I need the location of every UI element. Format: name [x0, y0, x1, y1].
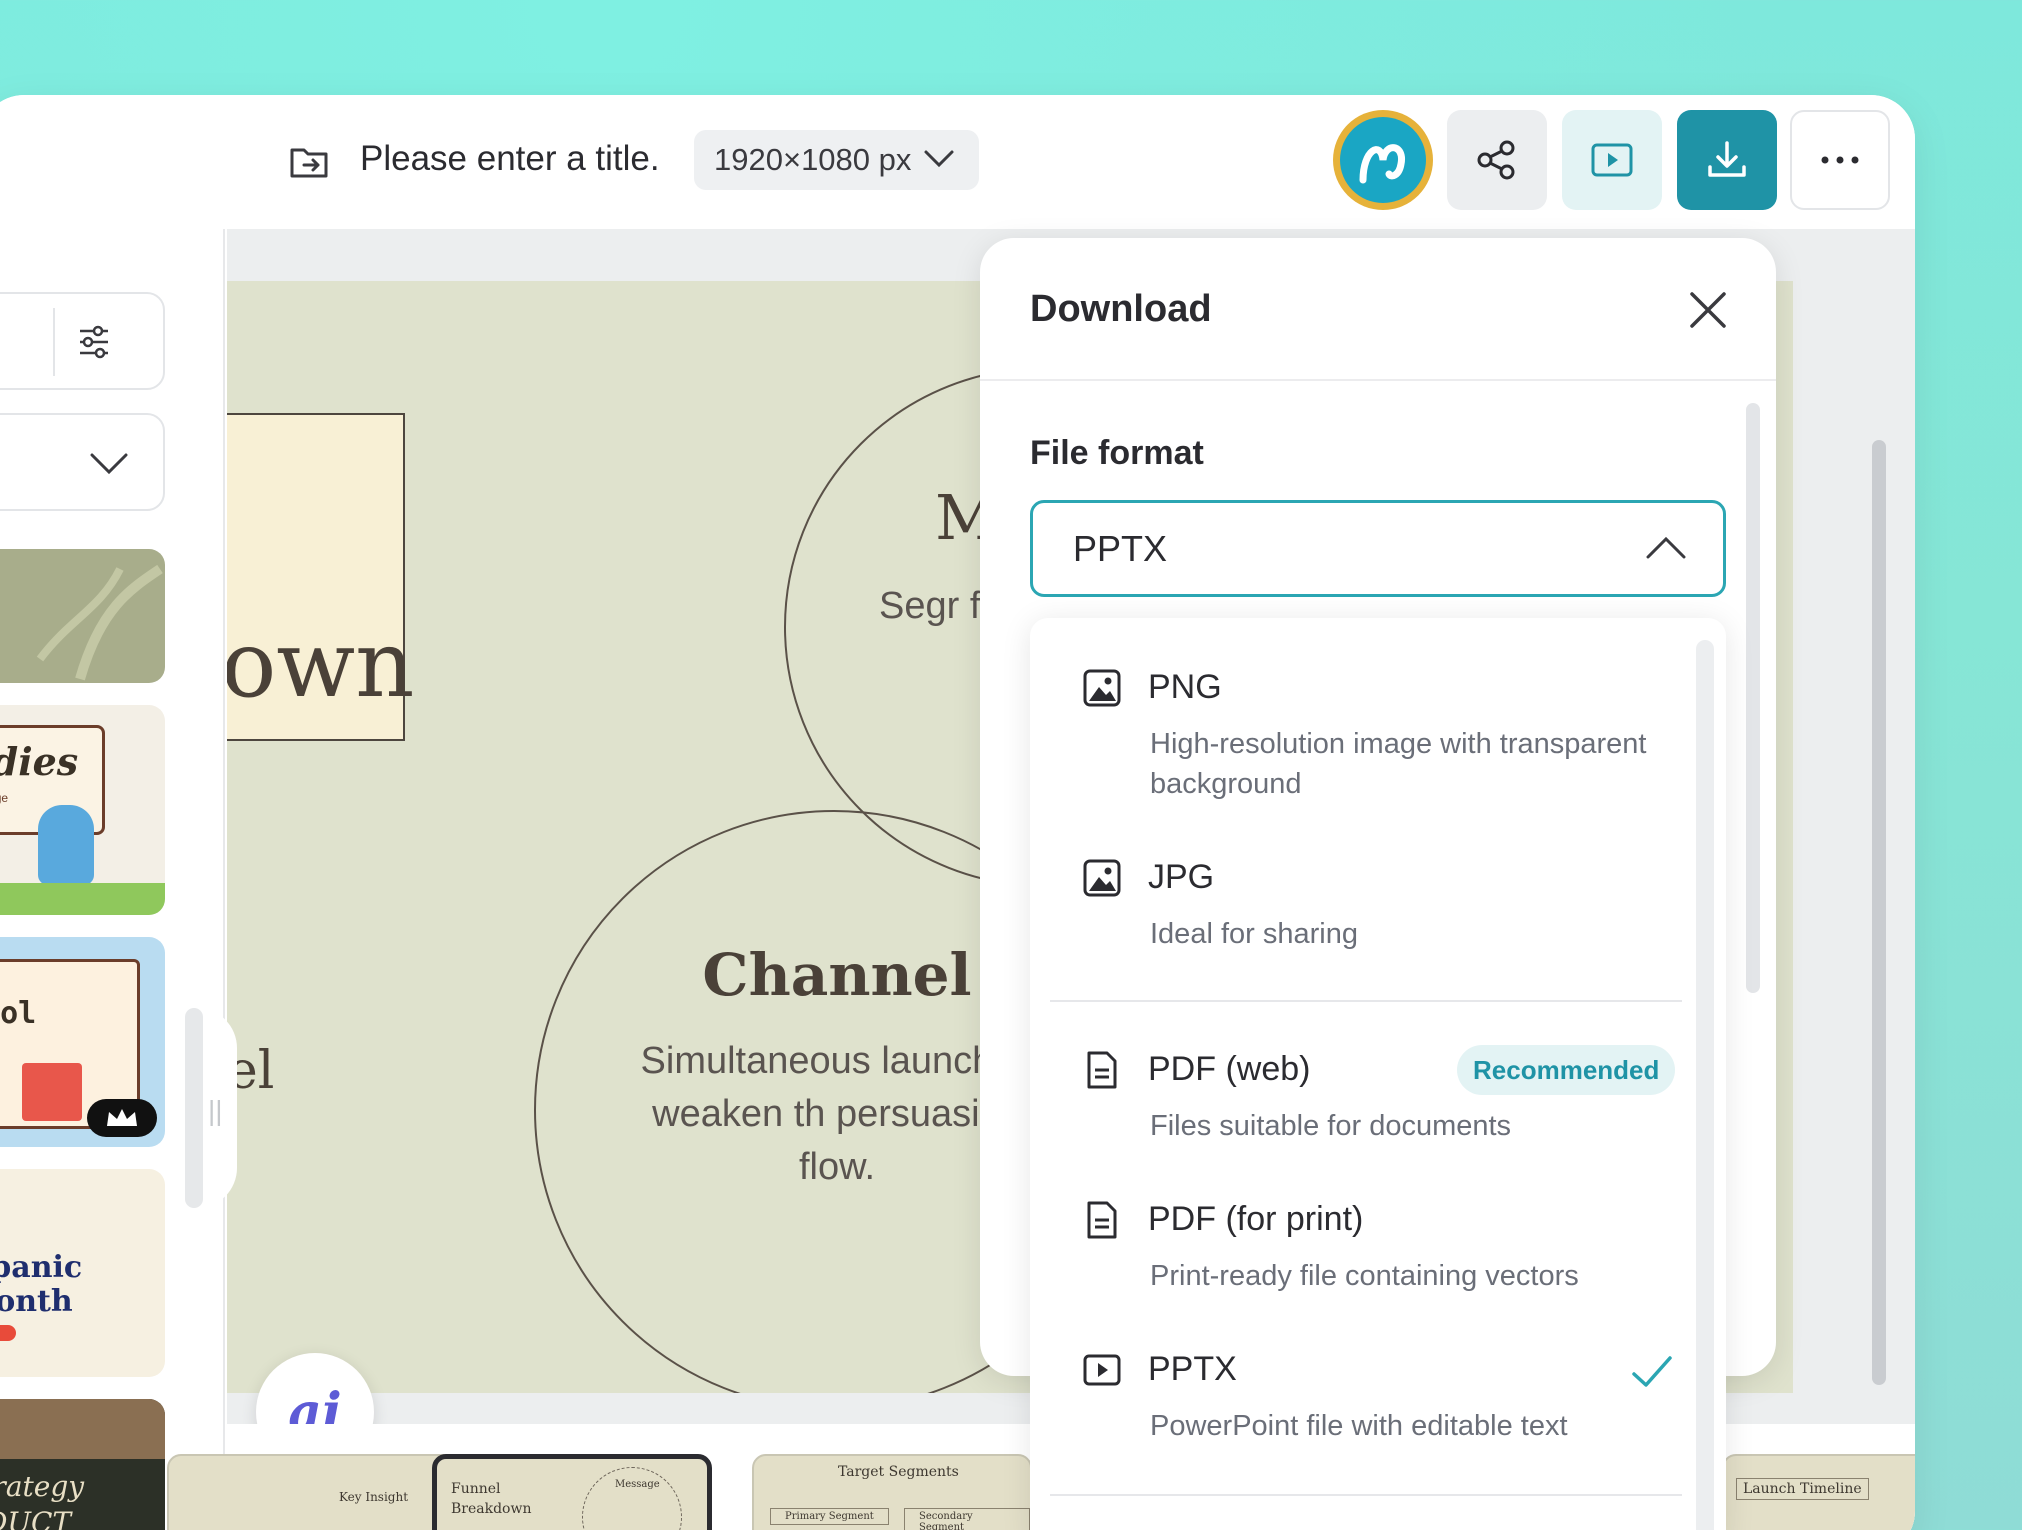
format-option-description: PowerPoint file with editable text	[1150, 1410, 1568, 1442]
brand-logo-icon	[1359, 144, 1405, 184]
template-thumbnail[interactable]: n	[0, 549, 165, 683]
download-icon	[1708, 141, 1746, 177]
thumbnail-photo	[0, 1399, 165, 1459]
schoolhouse-illustration	[22, 1063, 82, 1121]
chevron-down-icon	[924, 150, 954, 168]
format-option-pdf-print[interactable]: PDF (for print) Print-ready file contain…	[1030, 1170, 1690, 1310]
format-option-name: PPTX	[1148, 1350, 1237, 1388]
template-panel: n udies Change hool n ispanic Month	[0, 229, 225, 1530]
page-thumbnail-sublabel: Secondary Segment	[904, 1508, 1030, 1530]
search-divider	[53, 308, 55, 376]
chevron-down-icon	[90, 453, 128, 475]
slide-title-text[interactable]: own	[227, 611, 414, 718]
panel-collapse-handle[interactable]	[175, 1008, 237, 1208]
canvas-size-dropdown[interactable]: 1920×1080 px	[694, 130, 979, 190]
page-thumbnail-label: Target Segments	[838, 1464, 959, 1480]
thumbnail-text: ispanic Month	[0, 1250, 83, 1319]
thumbnail-subtext: Change	[0, 791, 9, 805]
panel-scrollbar[interactable]	[1746, 403, 1760, 993]
page-thumbnail-label: Funnel Breakdown	[451, 1481, 532, 1517]
page-thumbnail[interactable]: Key Insight	[167, 1454, 467, 1530]
format-option-pdf-web[interactable]: PDF (web) Recommended Files suitable for…	[1030, 1020, 1690, 1160]
download-panel-header: Download	[980, 238, 1776, 381]
format-option-description: High-resolution image with transparent b…	[1150, 728, 1647, 800]
format-option-name: PDF (web)	[1148, 1050, 1311, 1088]
file-format-select[interactable]: PPTX	[1030, 500, 1726, 597]
share-icon	[1477, 140, 1515, 180]
user-avatar[interactable]	[1333, 110, 1433, 210]
recommended-badge: Recommended	[1457, 1045, 1676, 1095]
download-button[interactable]	[1677, 110, 1777, 210]
document-title-input[interactable]: Please enter a title.	[360, 139, 660, 179]
checkmark-icon	[1632, 1356, 1672, 1387]
chevron-up-icon	[1646, 536, 1686, 559]
grass-strip	[0, 883, 165, 915]
format-option-jpg[interactable]: JPG Ideal for sharing	[1030, 828, 1690, 968]
leaf-decoration-icon	[36, 564, 163, 681]
canvas-size-label: 1920×1080 px	[714, 142, 912, 177]
format-option-description: Print-ready file containing vectors	[1150, 1260, 1579, 1292]
close-icon[interactable]	[1686, 288, 1730, 332]
file-format-value: PPTX	[1073, 527, 1168, 569]
format-option-name: PDF (for print)	[1148, 1200, 1364, 1238]
dropdown-scrollbar[interactable]	[1696, 640, 1714, 1530]
thumbnail-pill	[0, 1325, 16, 1341]
category-dropdown[interactable]	[0, 413, 165, 511]
thumbnail-text: Strategy ODUCT	[0, 1470, 85, 1530]
crown-icon	[107, 1109, 137, 1126]
thumbnail-circle	[582, 1467, 682, 1530]
template-search-box[interactable]	[0, 292, 165, 390]
drag-grip-icon: ||	[208, 1095, 223, 1126]
vertical-scrollbar[interactable]	[1872, 440, 1886, 1385]
more-icon	[1821, 156, 1859, 164]
present-button[interactable]	[1562, 110, 1662, 210]
handle-track	[185, 1008, 203, 1208]
presentation-icon	[1083, 1354, 1121, 1386]
option-divider	[1050, 1494, 1682, 1496]
page-thumbnail-current[interactable]: Funnel Breakdown Message	[432, 1454, 712, 1530]
page-thumbnail[interactable]: Target Segments Primary Segment Secondar…	[752, 1454, 1032, 1530]
page-thumbnail-sublabel: Message	[615, 1479, 660, 1490]
format-option-name: JPG	[1148, 858, 1215, 896]
image-icon	[1083, 859, 1121, 897]
share-button[interactable]	[1447, 110, 1547, 210]
mascot-illustration	[38, 805, 94, 885]
thumbnail-text: hool n	[0, 996, 37, 1031]
page-thumbnail-label: Launch Timeline	[1736, 1478, 1869, 1500]
template-thumbnail[interactable]: ispanic Month	[0, 1169, 165, 1377]
page-thumbnail-sublabel: Primary Segment	[770, 1508, 889, 1525]
file-format-dropdown: PNG High-resolution image with transpare…	[1030, 618, 1726, 1530]
template-thumbnail[interactable]: Strategy ODUCT	[0, 1399, 165, 1530]
format-option-name: PNG	[1148, 668, 1222, 706]
top-bar: Please enter a title. 1920×1080 px	[0, 95, 1915, 229]
play-icon	[1591, 143, 1633, 177]
premium-badge	[87, 1099, 157, 1137]
folder-move-icon[interactable]	[286, 138, 334, 186]
filter-icon[interactable]	[74, 322, 114, 362]
document-icon	[1087, 1201, 1117, 1239]
format-option-description: Ideal for sharing	[1150, 918, 1358, 950]
file-format-label: File format	[1030, 434, 1204, 472]
template-thumbnail[interactable]: hool n	[0, 937, 165, 1147]
format-option-png[interactable]: PNG High-resolution image with transpare…	[1030, 638, 1690, 818]
image-icon	[1083, 669, 1121, 707]
thumbnail-text: udies	[0, 739, 79, 784]
format-option-description: Files suitable for documents	[1150, 1110, 1512, 1142]
download-panel-title: Download	[1030, 288, 1212, 330]
page-thumbnail[interactable]: Launch Timeline	[1722, 1454, 1915, 1530]
more-options-button[interactable]	[1790, 110, 1890, 210]
format-option-pptx[interactable]: PPTX PowerPoint file with editable text	[1030, 1320, 1690, 1470]
option-divider	[1050, 1000, 1682, 1002]
page-thumbnail-label: Key Insight	[339, 1490, 409, 1504]
document-icon	[1087, 1051, 1117, 1089]
template-thumbnail[interactable]: udies Change	[0, 705, 165, 915]
